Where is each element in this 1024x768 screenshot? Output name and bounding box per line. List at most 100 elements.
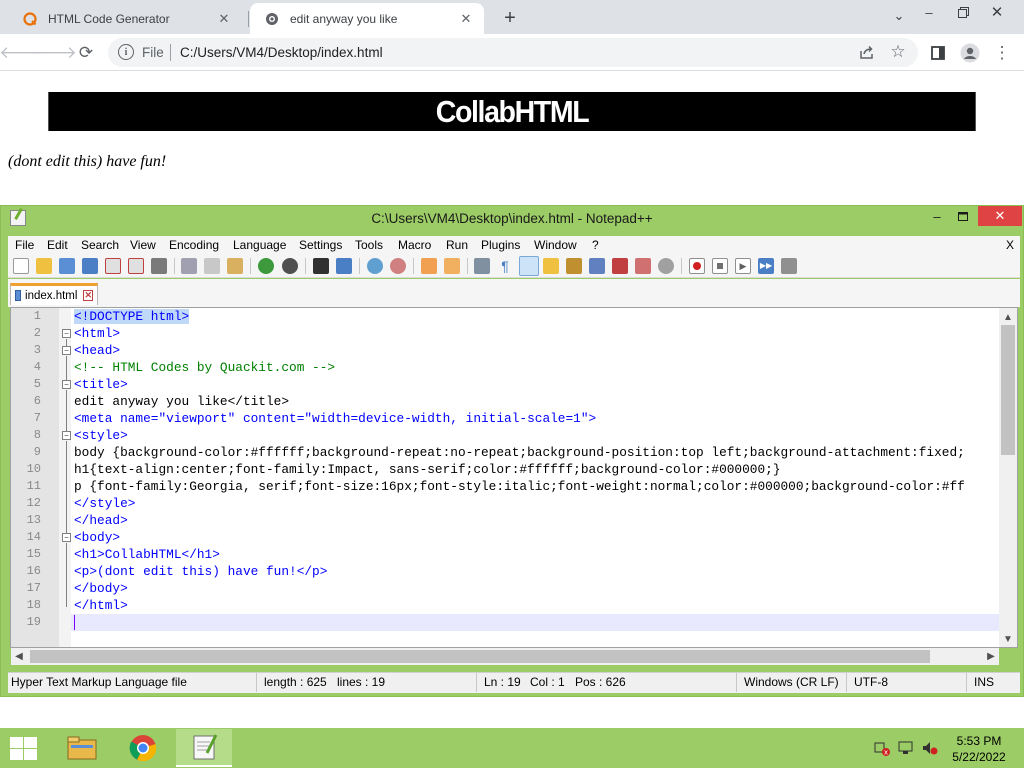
show-all-characters-icon[interactable]: ¶ xyxy=(497,258,513,274)
volume-muted-icon[interactable] xyxy=(922,740,938,756)
menu-view[interactable]: View xyxy=(130,238,156,252)
indent-guide-icon[interactable] xyxy=(519,256,539,276)
menu-run[interactable]: Run xyxy=(446,238,468,252)
forward-arrow-icon[interactable]: 🡒 xyxy=(31,41,77,65)
url-text[interactable]: C:/Users/VM4/Desktop/index.html xyxy=(180,45,383,60)
function-list-icon[interactable] xyxy=(589,258,605,274)
folder-as-workspace-icon[interactable] xyxy=(612,258,628,274)
paste-icon[interactable] xyxy=(227,258,243,274)
menu-plugins[interactable]: Plugins xyxy=(481,238,520,252)
menu-macro[interactable]: Macro xyxy=(398,238,431,252)
share-icon[interactable] xyxy=(854,40,878,64)
record-macro-icon[interactable] xyxy=(689,258,705,274)
kebab-menu-icon[interactable]: ⋮ xyxy=(990,41,1014,65)
save-macro-icon[interactable] xyxy=(781,258,797,274)
print-icon[interactable] xyxy=(151,258,167,274)
chrome-icon[interactable] xyxy=(115,729,171,767)
close-icon[interactable]: ✕ xyxy=(216,11,232,27)
redo-icon[interactable] xyxy=(282,258,298,274)
status-divider xyxy=(966,673,967,692)
doc-switcher-icon[interactable] xyxy=(635,258,651,274)
doc-map-icon[interactable] xyxy=(566,258,582,274)
line-number: 5 xyxy=(33,377,41,391)
menu-edit[interactable]: Edit xyxy=(47,238,68,252)
menu-encoding[interactable]: Encoding xyxy=(169,238,219,252)
cut-icon[interactable] xyxy=(181,258,197,274)
new-tab-button[interactable]: + xyxy=(498,6,522,30)
scroll-down-arrow-icon[interactable]: ▼ xyxy=(1001,632,1015,646)
fold-collapse-icon[interactable]: − xyxy=(62,346,71,355)
save-all-icon[interactable] xyxy=(82,258,98,274)
undo-icon[interactable] xyxy=(258,258,274,274)
info-icon[interactable]: i xyxy=(118,44,134,60)
window-title: C:\Users\VM4\Desktop\index.html - Notepa… xyxy=(371,211,653,226)
minimize-icon[interactable]: – xyxy=(912,0,946,24)
windows-start-icon[interactable] xyxy=(8,736,38,760)
fold-collapse-icon[interactable]: − xyxy=(62,329,71,338)
find-icon[interactable] xyxy=(313,258,329,274)
reload-icon[interactable]: ⟳ xyxy=(74,41,98,65)
restore-icon[interactable] xyxy=(946,0,980,24)
code-line: </style> xyxy=(74,496,136,511)
menu-search[interactable]: Search xyxy=(81,238,119,252)
zoom-out-icon[interactable] xyxy=(390,258,406,274)
close-icon[interactable]: ✕ xyxy=(458,11,474,27)
run-macro-multiple-icon[interactable]: ▶▶ xyxy=(758,258,774,274)
document-tab-label: index.html xyxy=(25,289,78,302)
status-encoding[interactable]: UTF-8 xyxy=(854,675,888,689)
open-folder-icon[interactable] xyxy=(36,258,52,274)
notepad-plus-plus-icon[interactable] xyxy=(176,729,232,767)
fold-collapse-icon[interactable]: − xyxy=(62,431,71,440)
toolbar-divider xyxy=(413,258,414,274)
fold-collapse-icon[interactable]: − xyxy=(62,380,71,389)
horizontal-scroll-thumb[interactable] xyxy=(30,650,930,663)
close-icon[interactable]: ✕ xyxy=(978,206,1022,226)
fold-collapse-icon[interactable]: − xyxy=(62,533,71,542)
device-icon[interactable] xyxy=(898,740,914,756)
menu-window[interactable]: Window xyxy=(534,238,577,252)
side-panel-icon[interactable] xyxy=(926,41,950,65)
document-tab[interactable]: index.html ✕ xyxy=(10,283,98,305)
network-warning-icon[interactable]: x xyxy=(874,740,890,757)
line-number: 15 xyxy=(26,547,41,561)
browser-tab-edit-anyway[interactable]: edit anyway you like ✕ xyxy=(250,3,484,34)
word-wrap-icon[interactable] xyxy=(474,258,490,274)
status-insert-mode[interactable]: INS xyxy=(974,675,994,689)
close-file-icon[interactable] xyxy=(105,258,121,274)
line-number: 2 xyxy=(33,326,41,340)
status-eol[interactable]: Windows (CR LF) xyxy=(744,675,839,689)
menu-file[interactable]: File xyxy=(15,238,34,252)
maximize-icon[interactable] xyxy=(952,206,974,226)
menu-tools[interactable]: Tools xyxy=(355,238,383,252)
sync-vertical-icon[interactable] xyxy=(421,258,437,274)
save-icon[interactable] xyxy=(59,258,75,274)
window-close-icon[interactable]: ✕ xyxy=(980,0,1014,24)
new-file-icon[interactable] xyxy=(13,258,29,274)
stop-macro-icon[interactable] xyxy=(712,258,728,274)
replace-icon[interactable] xyxy=(336,258,352,274)
scroll-left-arrow-icon[interactable]: ◀ xyxy=(12,649,26,663)
close-tab-icon[interactable]: ✕ xyxy=(83,290,93,301)
menu-help[interactable]: ? xyxy=(592,238,599,252)
file-explorer-icon[interactable] xyxy=(54,729,110,767)
copy-icon[interactable] xyxy=(204,258,220,274)
udl-icon[interactable] xyxy=(543,258,559,274)
bookmark-star-icon[interactable]: ☆ xyxy=(886,40,910,64)
close-document-button[interactable]: X xyxy=(1006,238,1014,252)
zoom-in-icon[interactable] xyxy=(367,258,383,274)
minimize-icon[interactable]: – xyxy=(926,206,948,226)
profile-avatar-icon[interactable] xyxy=(958,41,982,65)
tab-search-chevron-icon[interactable]: ⌄ xyxy=(882,4,916,28)
browser-tab-html-code-generator[interactable]: HTML Code Generator ✕ xyxy=(8,3,242,34)
vertical-scroll-thumb[interactable] xyxy=(1001,325,1015,455)
close-all-icon[interactable] xyxy=(128,258,144,274)
clock[interactable]: 5:53 PM 5/22/2022 xyxy=(940,733,1018,765)
menu-settings[interactable]: Settings xyxy=(299,238,342,252)
menu-language[interactable]: Language xyxy=(233,238,286,252)
scroll-up-arrow-icon[interactable]: ▲ xyxy=(1001,310,1015,324)
play-macro-icon[interactable]: ▶ xyxy=(735,258,751,274)
monitoring-eye-icon[interactable] xyxy=(658,258,674,274)
sync-horizontal-icon[interactable] xyxy=(444,258,460,274)
scroll-right-arrow-icon[interactable]: ▶ xyxy=(984,649,998,663)
